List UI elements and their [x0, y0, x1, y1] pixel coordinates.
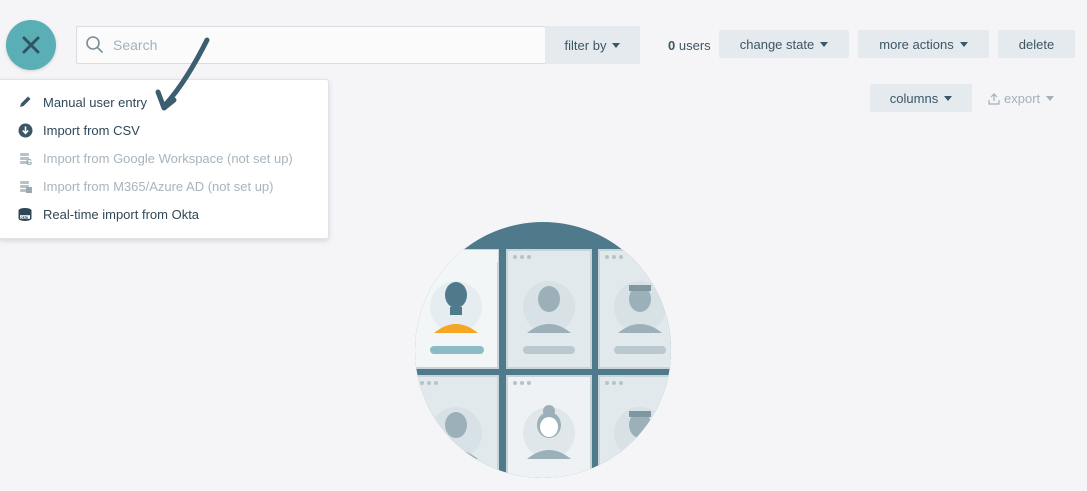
export-button[interactable]: export: [988, 91, 1055, 106]
columns-label: columns: [889, 90, 939, 106]
svg-text:G: G: [26, 158, 32, 166]
close-add-menu-button[interactable]: [6, 20, 56, 70]
menu-item-import-okta[interactable]: okta Real-time import from Okta: [17, 206, 199, 222]
search-icon: [85, 35, 105, 60]
office365-icon: [17, 178, 33, 194]
filter-by-label: filter by: [564, 37, 607, 53]
tutorial-arrow: [155, 37, 210, 111]
google-workspace-icon: G: [17, 150, 33, 166]
menu-item-label: Import from Google Workspace (not set up…: [43, 150, 293, 166]
more-actions-button[interactable]: more actions: [858, 30, 989, 58]
empty-state-illustration: [415, 222, 671, 478]
caret-down-icon: [959, 41, 968, 47]
delete-button[interactable]: delete: [998, 30, 1075, 58]
menu-item-label: Manual user entry: [43, 94, 148, 110]
caret-down-icon: [612, 42, 621, 48]
menu-item-label: Import from M365/Azure AD (not set up): [43, 178, 274, 194]
user-count-number: 0: [668, 38, 676, 53]
menu-item-label: Import from CSV: [43, 122, 140, 138]
upload-icon: [988, 92, 1000, 105]
user-count-suffix: users: [678, 38, 711, 53]
close-icon: [22, 36, 40, 54]
download-circle-icon: [17, 122, 33, 138]
user-count: 0 users: [668, 38, 711, 53]
change-state-button[interactable]: change state: [719, 30, 849, 58]
search-box: [76, 26, 545, 64]
export-label: export: [1004, 91, 1041, 106]
caret-down-icon: [820, 41, 829, 47]
caret-down-icon: [944, 95, 953, 101]
pencil-icon: [17, 94, 33, 110]
menu-item-import-google: G Import from Google Workspace (not set …: [17, 150, 293, 166]
change-state-label: change state: [739, 36, 815, 52]
columns-button[interactable]: columns: [870, 84, 972, 112]
okta-icon: okta: [17, 206, 33, 222]
delete-label: delete: [1018, 36, 1055, 52]
menu-item-import-m365: Import from M365/Azure AD (not set up): [17, 178, 273, 194]
more-actions-label: more actions: [879, 36, 954, 52]
menu-item-manual-entry[interactable]: Manual user entry: [17, 94, 147, 110]
filter-by-button[interactable]: filter by: [545, 26, 640, 64]
svg-text:okta: okta: [21, 215, 29, 219]
menu-item-import-csv[interactable]: Import from CSV: [17, 122, 140, 138]
caret-down-icon: [1046, 96, 1055, 101]
menu-item-label: Real-time import from Okta: [43, 206, 200, 222]
